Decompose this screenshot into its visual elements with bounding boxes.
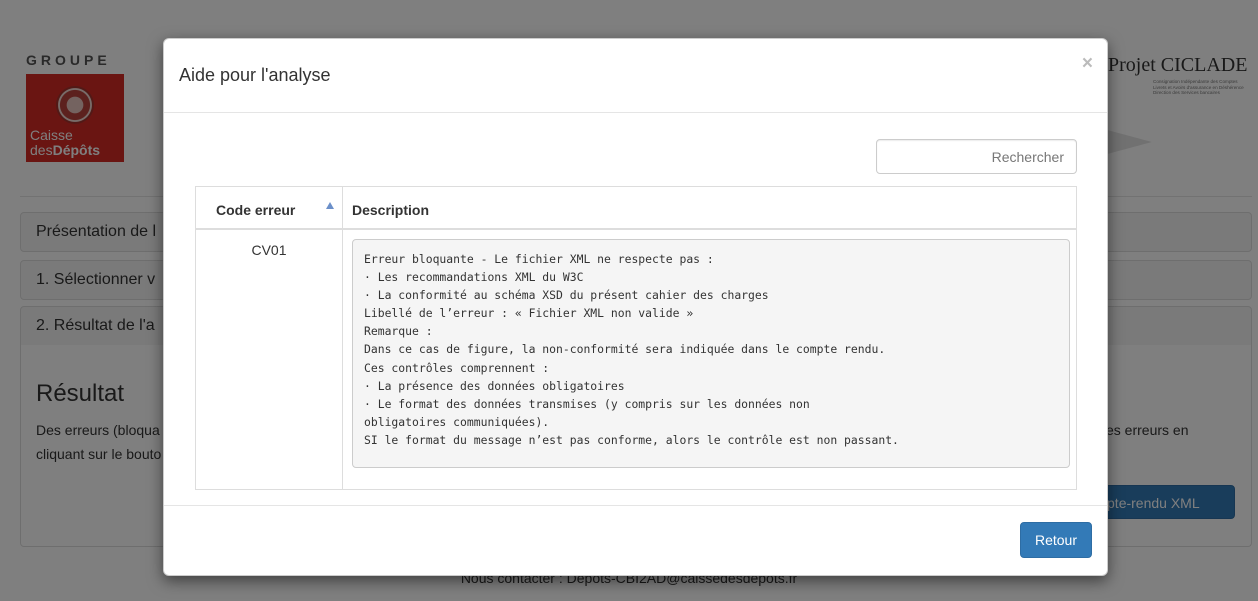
modal-footer: Retour (164, 505, 1107, 577)
description-line: Dans ce cas de figure, la non-conformité… (364, 342, 886, 357)
help-modal: Aide pour l'analyse × Code erreur Descri… (163, 38, 1108, 576)
table-cell-description: Erreur bloquante - Le fichier XML ne res… (343, 230, 1076, 489)
error-table: Code erreur Description CV01 Erreur bloq… (195, 186, 1077, 490)
description-line: Libellé de l’erreur : « Fichier XML non … (364, 306, 694, 321)
description-line: · La conformité au schéma XSD du présent… (364, 288, 769, 303)
description-line: Ces contrôles comprennent : (364, 360, 550, 375)
table-cell-code: CV01 (196, 230, 343, 489)
description-line: · La présence des données obligatoires (364, 378, 625, 393)
retour-button[interactable]: Retour (1020, 522, 1092, 558)
column-header-description-label: Description (352, 202, 430, 218)
sort-ascending-icon[interactable] (326, 202, 334, 209)
modal-header: Aide pour l'analyse × (164, 39, 1107, 113)
page: GROUPE Caisse desDépôts Projet CICLADE C… (0, 0, 1258, 601)
description-line: Erreur bloquante - Le fichier XML ne res… (364, 252, 714, 266)
description-code-block: Erreur bloquante - Le fichier XML ne res… (352, 239, 1070, 468)
column-header-code[interactable]: Code erreur (196, 187, 343, 230)
search-input[interactable] (876, 139, 1077, 174)
description-line: SI le format du message n’est pas confor… (364, 432, 899, 447)
description-line: Remarque : (364, 324, 433, 339)
modal-title: Aide pour l'analyse (179, 65, 331, 85)
description-line: obligatoires communiquées). (364, 414, 550, 429)
description-line: · Les recommandations XML du W3C (364, 270, 584, 285)
column-header-description[interactable]: Description (343, 187, 1076, 230)
close-icon[interactable]: × (1082, 53, 1093, 75)
column-header-code-label: Code erreur (216, 202, 296, 218)
description-line: · Le format des données transmises (y co… (364, 396, 810, 411)
